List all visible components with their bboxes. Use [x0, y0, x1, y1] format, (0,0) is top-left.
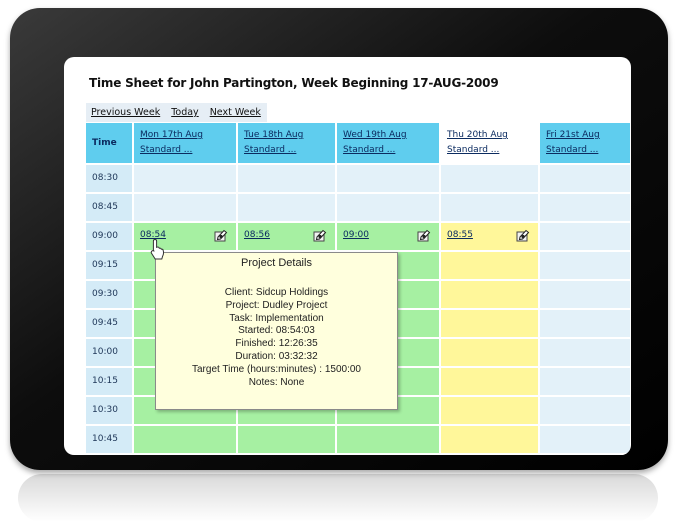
time-entry-link[interactable]: 08:56 [244, 230, 270, 240]
tooltip-client: Client: Sidcup Holdings [224, 287, 329, 298]
timeslot-cell-tue[interactable] [238, 426, 337, 455]
time-slot-label: 10:30 [86, 397, 134, 426]
edit-entry-icon[interactable] [214, 229, 228, 242]
time-slot-label: 10:15 [86, 368, 134, 397]
edit-entry-icon[interactable] [516, 229, 530, 242]
timeslot-cell-fri[interactable] [540, 281, 630, 310]
timeslot-cell-fri[interactable] [540, 310, 630, 339]
timeslot-cell-thu[interactable] [441, 397, 540, 426]
day-type-link-wed[interactable]: Standard ... [343, 143, 439, 158]
grid-row: 09:00 08:54 08:56 09:00 08:55 [86, 223, 630, 252]
timeslot-cell-thu[interactable] [441, 165, 540, 194]
time-slot-label: 10:00 [86, 339, 134, 368]
tooltip-finished: Finished: 12:26:35 [235, 338, 318, 350]
timesheet-screen: Time Sheet for John Partington, Week Beg… [64, 57, 631, 455]
day-type-link-thu[interactable]: Standard ... [447, 143, 538, 158]
project-details-tooltip: Project Details Client: Sidcup Holdings … [155, 252, 398, 410]
timeslot-cell-thu[interactable] [441, 310, 540, 339]
tooltip-title: Project Details [241, 257, 312, 269]
grid-row: 08:30 [86, 165, 630, 194]
timeslot-cell-thu[interactable] [441, 426, 540, 455]
timeslot-cell-tue[interactable]: 08:56 [238, 223, 337, 252]
hand-pointer-icon [150, 238, 164, 260]
previous-week-link[interactable]: Previous Week [91, 107, 160, 118]
tablet-frame: Time Sheet for John Partington, Week Beg… [10, 8, 668, 470]
time-slot-label: 09:00 [86, 223, 134, 252]
day-date-link-thu[interactable]: Thu 20th Aug [447, 128, 538, 143]
day-header-fri: Fri 21st Aug Standard ... [540, 123, 630, 165]
timeslot-cell-thu[interactable]: 08:55 [441, 223, 540, 252]
next-week-link[interactable]: Next Week [210, 107, 261, 118]
tooltip-task: Task: Implementation [229, 312, 324, 324]
timeslot-cell-thu[interactable] [441, 252, 540, 281]
timeslot-cell-thu[interactable] [441, 194, 540, 223]
tooltip-project: Project: Dudley Project [225, 299, 328, 311]
timeslot-cell-fri[interactable] [540, 223, 630, 252]
timeslot-cell-mon[interactable] [134, 165, 238, 194]
timeslot-cell-tue[interactable] [238, 165, 337, 194]
edit-entry-icon[interactable] [313, 229, 327, 242]
tooltip-target: Target Time (hours:minutes) : 1500:00 [192, 363, 361, 375]
time-slot-label: 08:45 [86, 194, 134, 223]
grid-row: 10:45 [86, 426, 630, 455]
time-slot-label: 09:30 [86, 281, 134, 310]
today-link[interactable]: Today [171, 107, 198, 118]
timeslot-cell-fri[interactable] [540, 368, 630, 397]
time-slot-label: 09:45 [86, 310, 134, 339]
timeslot-cell-fri[interactable] [540, 339, 630, 368]
day-type-link-tue[interactable]: Standard ... [244, 143, 335, 158]
timeslot-cell-fri[interactable] [540, 165, 630, 194]
timeslot-cell-thu[interactable] [441, 339, 540, 368]
time-entry-link[interactable]: 09:00 [343, 230, 369, 240]
day-date-link-wed[interactable]: Wed 19th Aug [343, 128, 439, 143]
day-header-mon: Mon 17th Aug Standard ... [134, 123, 238, 165]
grid-row: 08:45 [86, 194, 630, 223]
time-slot-label: 08:30 [86, 165, 134, 194]
edit-entry-icon[interactable] [417, 229, 431, 242]
day-type-link-fri[interactable]: Standard ... [546, 143, 630, 158]
week-navigation: Previous Week Today Next Week [86, 103, 267, 122]
timeslot-cell-tue[interactable] [238, 194, 337, 223]
time-entry-link[interactable]: 08:55 [447, 230, 473, 240]
grid-header-row: Time Mon 17th Aug Standard ... Tue 18th … [86, 123, 630, 165]
time-column-header: Time [86, 123, 134, 165]
day-header-thu: Thu 20th Aug Standard ... [441, 123, 540, 165]
day-header-tue: Tue 18th Aug Standard ... [238, 123, 337, 165]
timeslot-cell-fri[interactable] [540, 426, 630, 455]
day-type-link-mon[interactable]: Standard ... [140, 143, 236, 158]
timeslot-cell-fri[interactable] [540, 397, 630, 426]
day-header-wed: Wed 19th Aug Standard ... [337, 123, 441, 165]
tooltip-started: Started: 08:54:03 [238, 325, 315, 337]
timeslot-cell-wed[interactable]: 09:00 [337, 223, 441, 252]
timeslot-cell-wed[interactable] [337, 165, 441, 194]
time-slot-label: 10:45 [86, 426, 134, 455]
timeslot-cell-thu[interactable] [441, 368, 540, 397]
page-title: Time Sheet for John Partington, Week Beg… [89, 76, 499, 90]
timeslot-cell-mon[interactable] [134, 194, 238, 223]
day-date-link-tue[interactable]: Tue 18th Aug [244, 128, 335, 143]
day-date-link-fri[interactable]: Fri 21st Aug [546, 128, 630, 143]
time-slot-label: 09:15 [86, 252, 134, 281]
timeslot-cell-fri[interactable] [540, 252, 630, 281]
timeslot-cell-mon[interactable] [134, 426, 238, 455]
tooltip-duration: Duration: 03:32:32 [235, 350, 318, 362]
timeslot-cell-wed[interactable] [337, 194, 441, 223]
tooltip-notes: Notes: None [248, 376, 305, 388]
day-date-link-mon[interactable]: Mon 17th Aug [140, 128, 236, 143]
timeslot-cell-wed[interactable] [337, 426, 441, 455]
device-reflection [18, 474, 658, 522]
timeslot-cell-thu[interactable] [441, 281, 540, 310]
timeslot-cell-fri[interactable] [540, 194, 630, 223]
